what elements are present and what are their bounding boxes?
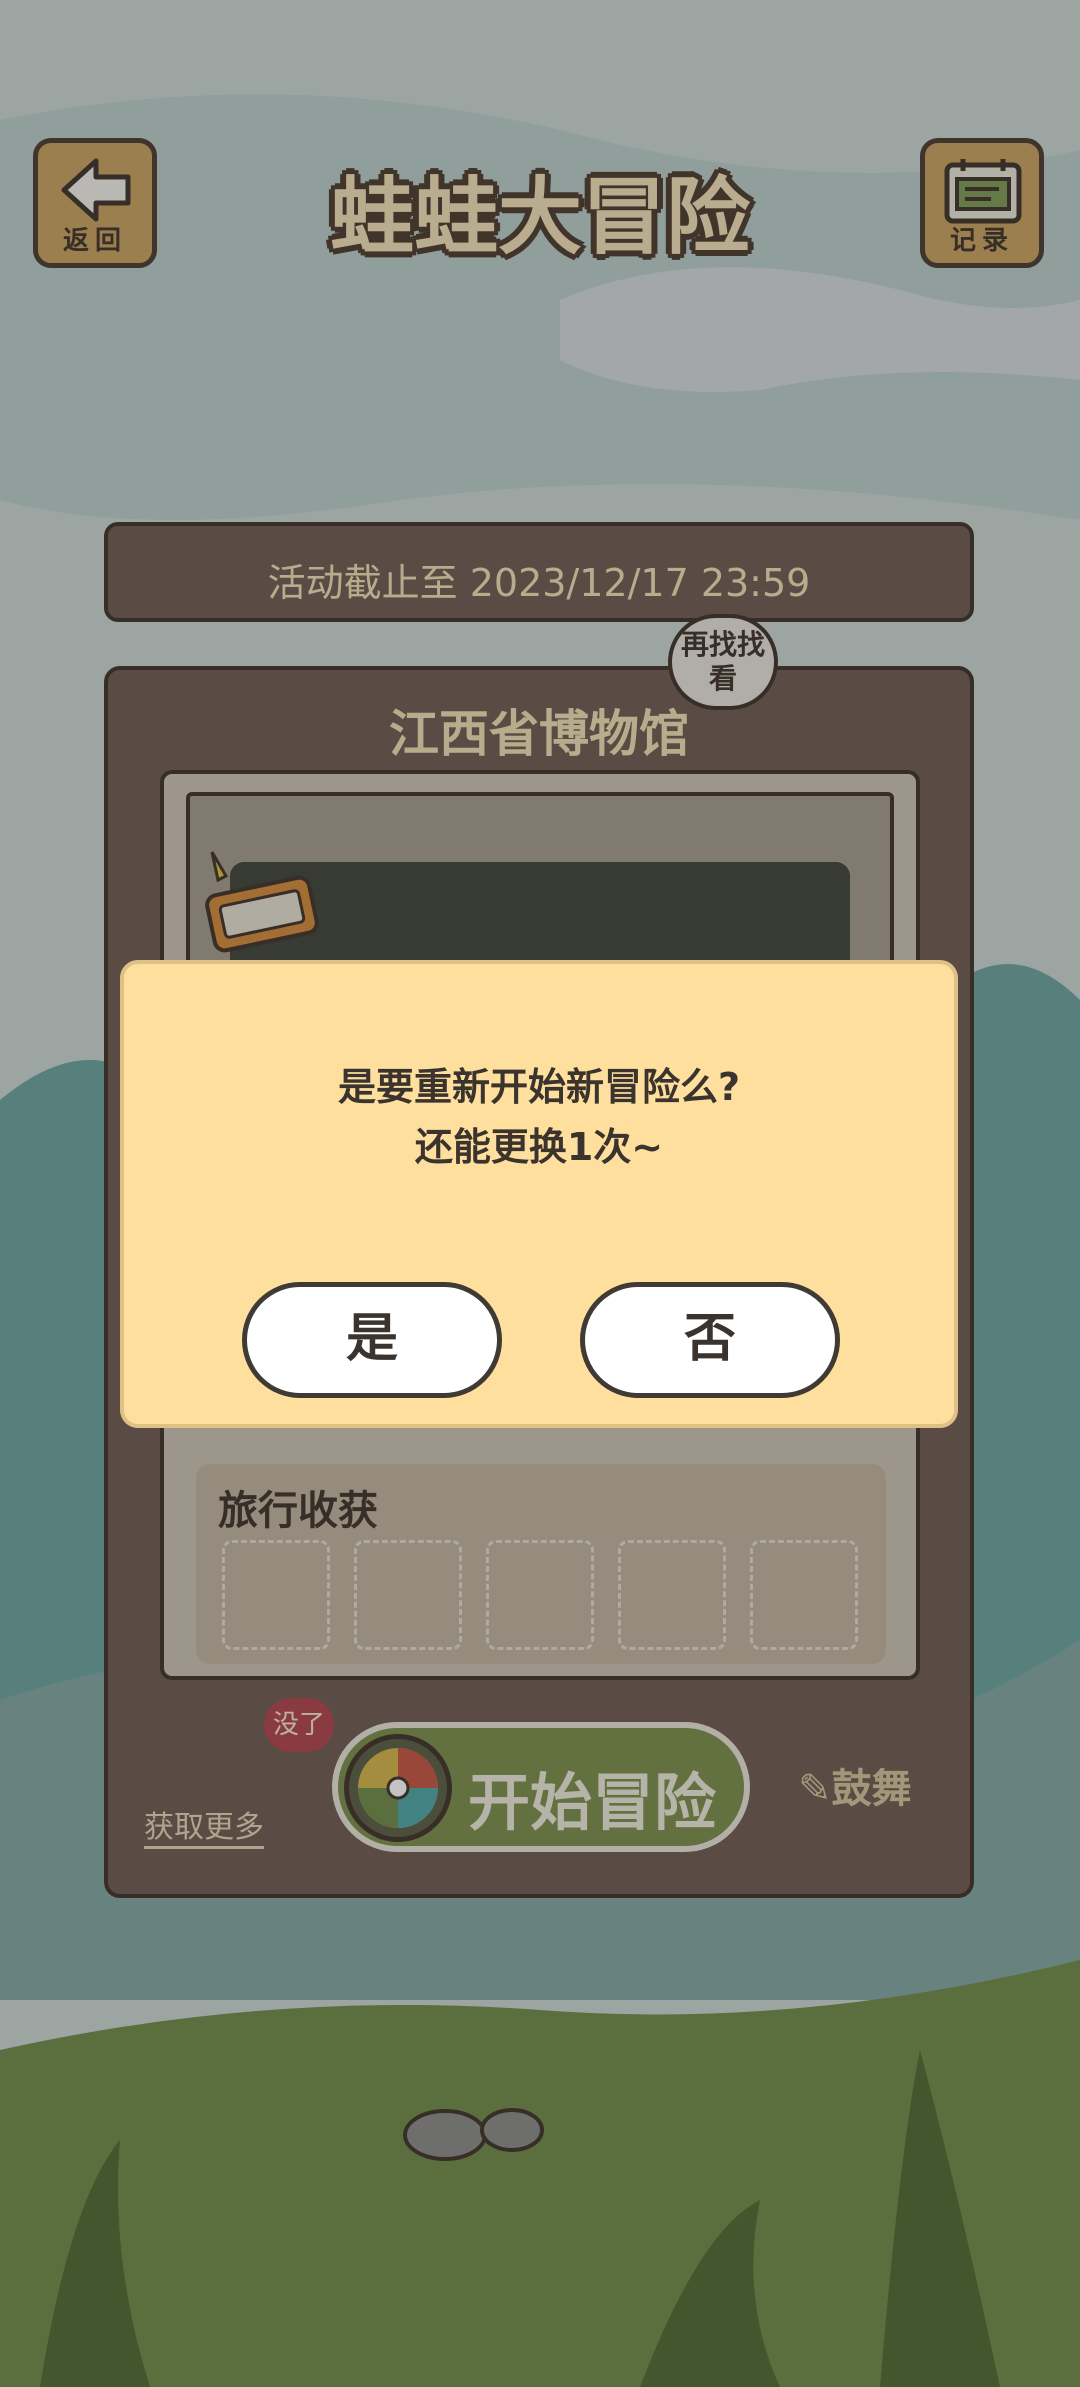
no-button[interactable]: 否: [580, 1282, 840, 1398]
restart-dialog: 是要重新开始新冒险么? 还能更换1次~ 是 否: [120, 960, 958, 1428]
yes-button[interactable]: 是: [242, 1282, 502, 1398]
dialog-question: 是要重新开始新冒险么?: [337, 1065, 741, 1109]
dialog-remaining: 还能更换1次~: [414, 1125, 664, 1169]
